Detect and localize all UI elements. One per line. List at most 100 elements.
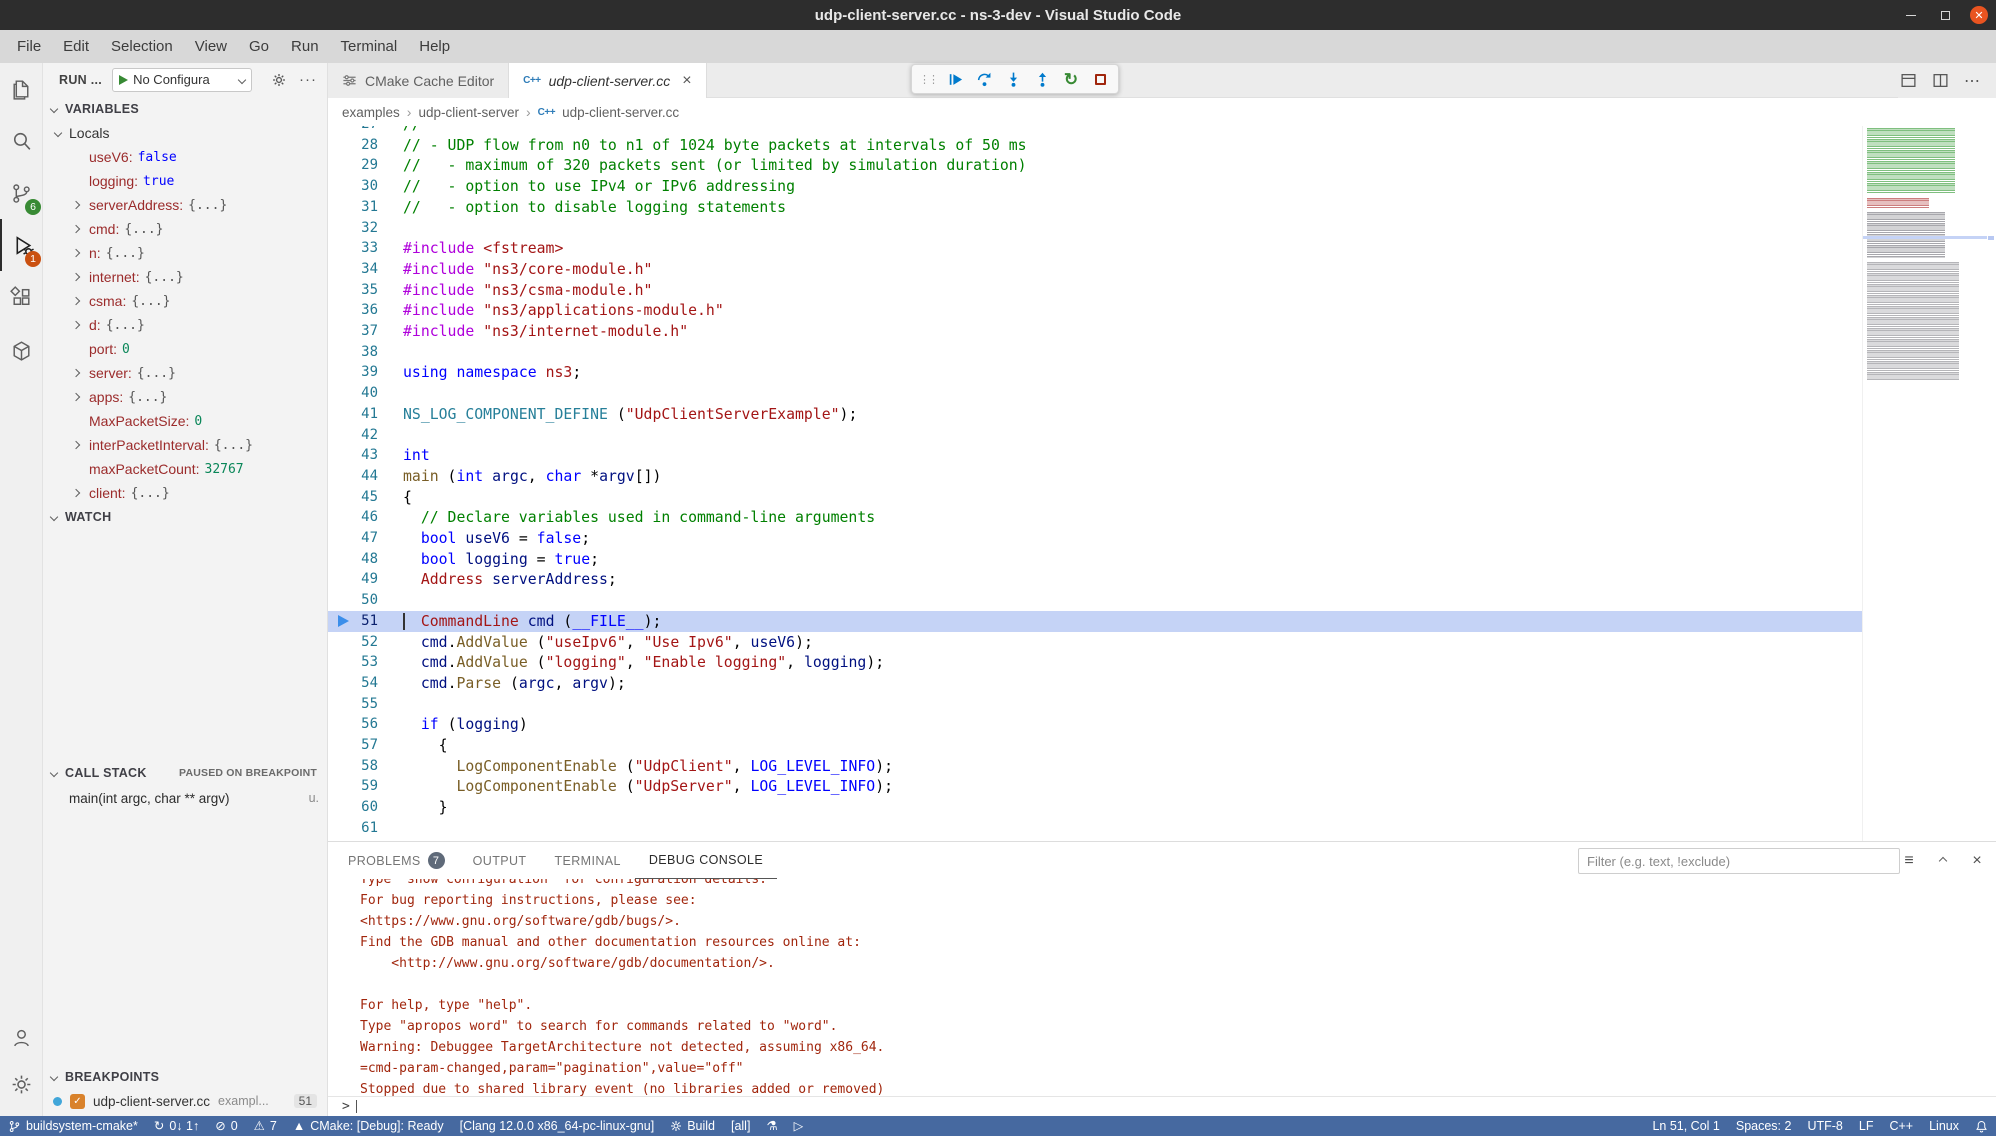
status-item[interactable]: ▷ [786,1116,812,1136]
menu-item-selection[interactable]: Selection [100,34,184,60]
step-out-button[interactable] [1029,66,1055,92]
editor-tab[interactable]: CMake Cache Editor [328,63,509,98]
menu-item-help[interactable]: Help [408,34,461,60]
more-actions-icon[interactable]: ⋯ [1962,71,1982,91]
line-number[interactable]: 33 [328,238,378,259]
status-item[interactable]: [Clang 12.0.0 x86_64-pc-linux-gnu] [452,1116,663,1136]
variable-row[interactable]: maxPacketCount:32767 [43,457,327,481]
status-item[interactable]: ↻0↓ 1↑ [146,1116,207,1136]
line-number[interactable]: 49 [328,569,378,590]
status-item[interactable]: C++ [1881,1116,1921,1136]
overview-ruler[interactable] [1986,126,1996,841]
variable-row[interactable]: port:0 [43,337,327,361]
code-line-35[interactable]: 35#include "ns3/csma-module.h" [328,280,1862,301]
line-number[interactable]: 41 [328,404,378,425]
status-item[interactable] [1967,1116,1996,1136]
variable-row[interactable]: cmd:{...} [43,217,327,241]
menu-item-run[interactable]: Run [280,34,330,60]
variable-row[interactable]: server:{...} [43,361,327,385]
line-number[interactable]: 47 [328,528,378,549]
breadcrumb-item[interactable]: udp-client-server [418,105,519,120]
code-line-34[interactable]: 34#include "ns3/core-module.h" [328,259,1862,280]
breadcrumb-item[interactable]: udp-client-server.cc [562,105,679,120]
extensions-button[interactable] [0,271,43,323]
line-number[interactable]: 43 [328,445,378,466]
variable-row[interactable]: interPacketInterval:{...} [43,433,327,457]
menu-item-edit[interactable]: Edit [52,34,100,60]
configure-gear-icon[interactable] [271,72,287,88]
settings-button[interactable] [0,1058,43,1110]
status-item[interactable]: [all] [723,1116,758,1136]
panel-tab-terminal[interactable]: TERMINAL [540,842,634,879]
debug-console-output[interactable]: Type "show configuration" for configurat… [328,879,1996,1096]
status-item[interactable]: buildsystem-cmake* [0,1116,146,1136]
line-number[interactable]: 30 [328,176,378,197]
status-item[interactable]: ⚗ [758,1116,785,1136]
code-line-57[interactable]: 57 { [328,735,1862,756]
code-line-55[interactable]: 55 [328,694,1862,715]
variable-row[interactable]: logging:true [43,169,327,193]
code-line-42[interactable]: 42 [328,425,1862,446]
code-line-56[interactable]: 56 if (logging) [328,714,1862,735]
restart-button[interactable]: ↻ [1058,66,1084,92]
menu-item-view[interactable]: View [184,34,238,60]
code-line-47[interactable]: 47 bool useV6 = false; [328,528,1862,549]
step-over-button[interactable] [971,66,997,92]
code-line-36[interactable]: 36#include "ns3/applications-module.h" [328,300,1862,321]
menu-item-go[interactable]: Go [238,34,280,60]
line-number[interactable]: 45 [328,487,378,508]
line-number[interactable]: 53 [328,652,378,673]
code-line-46[interactable]: 46 // Declare variables used in command-… [328,507,1862,528]
breakpoint-checkbox[interactable]: ✓ [70,1094,85,1109]
line-number[interactable]: 37 [328,321,378,342]
variable-row[interactable]: n:{...} [43,241,327,265]
close-panel-icon[interactable]: × [1968,852,1986,870]
line-number[interactable]: 40 [328,383,378,404]
call-stack-frame[interactable]: main(int argc, char ** argv) u. [43,786,327,810]
code-line-38[interactable]: 38 [328,342,1862,363]
line-number[interactable]: 58 [328,756,378,777]
code-line-49[interactable]: 49 Address serverAddress; [328,569,1862,590]
code-line-52[interactable]: 52 cmd.AddValue ("useIpv6", "Use Ipv6", … [328,632,1862,653]
line-number[interactable]: 60 [328,797,378,818]
code-line-39[interactable]: 39using namespace ns3; [328,362,1862,383]
line-number[interactable]: 55 [328,694,378,715]
code-line-31[interactable]: 31// - option to disable logging stateme… [328,197,1862,218]
variable-row[interactable]: csma:{...} [43,289,327,313]
cmake-tools-button[interactable] [0,323,43,375]
close-icon[interactable]: × [682,72,691,90]
line-number[interactable]: 44 [328,466,378,487]
close-button[interactable]: ✕ [1970,6,1988,24]
line-number[interactable]: 38 [328,342,378,363]
line-number[interactable]: 28 [328,135,378,156]
status-item[interactable]: Spaces: 2 [1728,1116,1800,1136]
debug-console-input[interactable]: > [328,1096,1996,1116]
code-line-40[interactable]: 40 [328,383,1862,404]
line-number[interactable]: 35 [328,280,378,301]
variable-row[interactable]: serverAddress:{...} [43,193,327,217]
editor-tab[interactable]: C++udp-client-server.cc× [509,63,706,98]
code-line-51[interactable]: 51 CommandLine cmd (__FILE__); [328,611,1862,632]
line-number[interactable]: 56 [328,714,378,735]
line-number[interactable]: 50 [328,590,378,611]
filter-menu-icon[interactable]: ≡ [1900,852,1918,870]
code-line-45[interactable]: 45{ [328,487,1862,508]
line-number[interactable]: 36 [328,300,378,321]
panel-tab-output[interactable]: OUTPUT [459,842,541,879]
line-number[interactable]: 39 [328,362,378,383]
line-number[interactable]: 46 [328,507,378,528]
code-line-50[interactable]: 50 [328,590,1862,611]
section-breakpoints[interactable]: BREAKPOINTS [43,1065,327,1089]
code-line-30[interactable]: 30// - option to use IPv4 or IPv6 addres… [328,176,1862,197]
status-item[interactable]: ⚠7 [246,1116,285,1136]
breadcrumb-item[interactable]: examples [342,105,400,120]
step-into-button[interactable] [1000,66,1026,92]
code-line-53[interactable]: 53 cmd.AddValue ("logging", "Enable logg… [328,652,1862,673]
line-number[interactable]: 52 [328,632,378,653]
code-line-48[interactable]: 48 bool logging = true; [328,549,1862,570]
code-line-54[interactable]: 54 cmd.Parse (argc, argv); [328,673,1862,694]
menu-item-file[interactable]: File [6,34,52,60]
layout-icon[interactable] [1898,71,1918,91]
panel-tab-problems[interactable]: PROBLEMS7 [334,842,459,879]
start-debug-icon[interactable] [119,75,128,85]
